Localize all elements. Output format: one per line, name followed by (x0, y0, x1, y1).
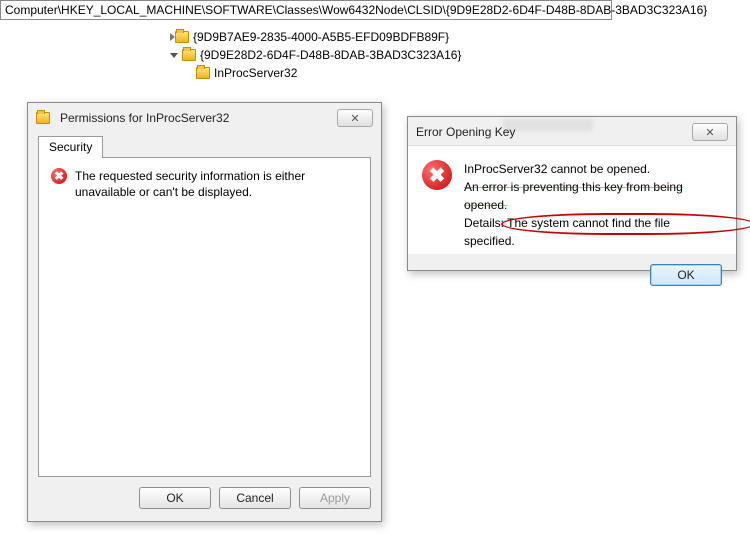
dialog-buttons: OK Cancel Apply (28, 477, 381, 519)
titlebar[interactable]: Permissions for InProcServer32 ✕ (28, 103, 381, 131)
registry-path-bar[interactable]: Computer\HKEY_LOCAL_MACHINE\SOFTWARE\Cla… (0, 0, 612, 20)
error-line: An error is preventing this key from bei… (464, 178, 722, 214)
error-line: Details: The system cannot find the file… (464, 214, 722, 250)
details-label: Details: (464, 216, 507, 230)
dialog-body: ✖ InProcServer32 cannot be opened. An er… (408, 145, 736, 254)
tree-item-label: InProcServer32 (214, 66, 297, 80)
cancel-button[interactable]: Cancel (219, 487, 291, 509)
tree-item[interactable]: {9D9B7AE9-2835-4000-A5B5-EFD09BDFB89F} (170, 28, 461, 46)
error-icon: ✖ (51, 168, 67, 184)
tab-panel: ✖ The requested security information is … (38, 157, 371, 477)
ok-button[interactable]: OK (650, 264, 722, 286)
error-line: InProcServer32 cannot be opened. (464, 160, 722, 178)
folder-icon (196, 67, 210, 79)
ok-button[interactable]: OK (139, 487, 211, 509)
apply-button: Apply (299, 487, 371, 509)
collapse-icon[interactable] (170, 53, 178, 58)
error-icon: ✖ (422, 160, 452, 190)
tab-strip: Security (28, 131, 381, 157)
dialog-buttons: OK (408, 254, 736, 296)
dialog-title: Permissions for InProcServer32 (60, 111, 229, 125)
error-message: The requested security information is ei… (75, 168, 358, 200)
registry-tree: {9D9B7AE9-2835-4000-A5B5-EFD09BDFB89F} {… (170, 28, 461, 82)
tree-item[interactable]: {9D9E28D2-6D4F-D48B-8DAB-3BAD3C323A16} (170, 46, 461, 64)
error-dialog: Error Opening Key ✕ ✖ InProcServer32 can… (407, 116, 737, 271)
titlebar[interactable]: Error Opening Key ✕ (408, 117, 736, 145)
blurred-region (503, 119, 593, 131)
folder-icon (36, 112, 50, 124)
tree-item[interactable]: InProcServer32 (170, 64, 461, 82)
tab-security[interactable]: Security (38, 136, 103, 158)
close-button[interactable]: ✕ (692, 123, 728, 141)
tree-item-label: {9D9E28D2-6D4F-D48B-8DAB-3BAD3C323A16} (200, 48, 461, 62)
permissions-dialog: Permissions for InProcServer32 ✕ Securit… (27, 102, 382, 522)
folder-icon (175, 31, 189, 43)
dialog-title: Error Opening Key (416, 125, 515, 139)
close-button[interactable]: ✕ (337, 109, 373, 127)
tree-item-label: {9D9B7AE9-2835-4000-A5B5-EFD09BDFB89F} (193, 30, 449, 44)
folder-icon (182, 49, 196, 61)
